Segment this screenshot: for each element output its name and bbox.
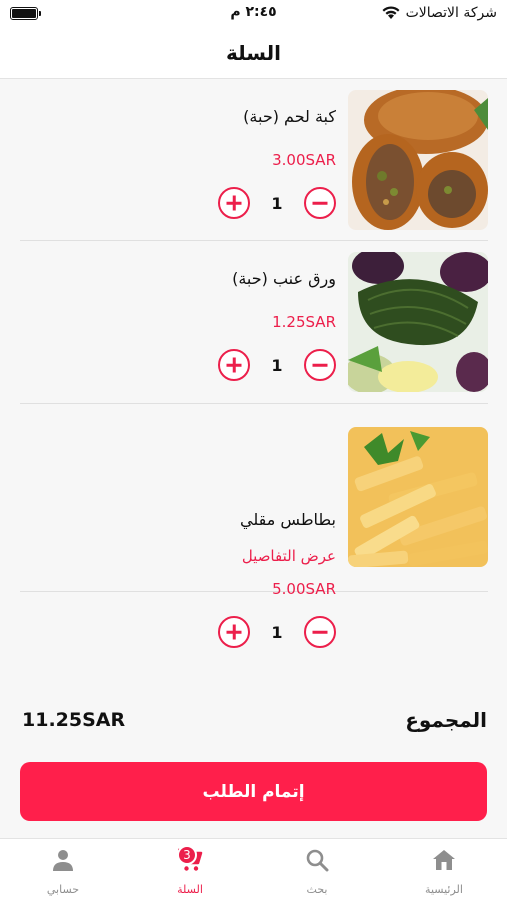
status-time: ٢:٤٥ م (230, 4, 277, 20)
tab-label: بحث (306, 883, 328, 896)
tab-label: السلة (177, 883, 203, 896)
total-value: 11.25SAR (22, 709, 126, 731)
quantity-stepper: 1 (218, 348, 336, 382)
home-icon (432, 848, 456, 876)
decrease-quantity-button[interactable] (303, 187, 336, 219)
french-fries-image (348, 427, 488, 567)
item-name: كبة لحم (حبة) (243, 107, 336, 126)
grape-leaves-image (348, 252, 488, 392)
increase-quantity-button[interactable] (218, 349, 250, 381)
tab-label: حسابي (46, 883, 80, 896)
quantity-stepper: 1 (218, 615, 336, 649)
cart-count-badge: 3 (177, 845, 197, 865)
tab-cart[interactable]: 3 السلة (127, 839, 253, 900)
item-name: بطاطس مقلي (240, 510, 336, 529)
total-row: 11.25SAR المجموع (22, 703, 487, 737)
item-name: ورق عنب (حبة) (232, 269, 336, 288)
quantity-value: 1 (271, 622, 283, 642)
item-price: 3.00SAR (272, 151, 336, 169)
status-bar: ٢:٤٥ م شركة الاتصالات (0, 0, 507, 28)
search-icon (305, 848, 329, 876)
tab-label: الرئيسية (425, 883, 463, 896)
decrease-quantity-button[interactable] (303, 349, 336, 381)
quantity-stepper: 1 (218, 186, 336, 220)
person-icon (51, 848, 75, 876)
cart-item: بطاطس مقلي بطاطس مقلي عرض التفاصيل 5.00S… (20, 405, 488, 648)
view-details-link[interactable]: عرض التفاصيل (242, 547, 336, 565)
status-carrier: شركة الاتصالات (382, 5, 497, 21)
wifi-icon (382, 6, 400, 20)
page-title: السلة (225, 41, 281, 65)
checkout-label: إتمام الطلب (202, 781, 305, 802)
cart-item: كبة لحم (حبة) 3.00SAR 1 (20, 80, 488, 241)
checkout-button[interactable]: إتمام الطلب (20, 762, 487, 821)
tab-bar: حسابي 3 السلة بحث الرئيسية (0, 838, 507, 900)
item-price: 5.00SAR (272, 580, 336, 598)
total-label: المجموع (405, 708, 487, 732)
decrease-quantity-button[interactable] (303, 616, 336, 648)
tab-home[interactable]: الرئيسية (381, 839, 507, 900)
tab-search[interactable]: بحث (254, 839, 380, 900)
item-price: 1.25SAR (272, 313, 336, 331)
quantity-value: 1 (271, 193, 283, 213)
tab-account[interactable]: حسابي (0, 839, 126, 900)
header: السلة (0, 28, 507, 79)
cart-item: ورق عنب (حبة) 1.25SAR 1 (20, 242, 488, 404)
battery-icon (10, 7, 41, 20)
carrier-name: شركة الاتصالات (405, 5, 497, 21)
increase-quantity-button[interactable] (218, 616, 250, 648)
increase-quantity-button[interactable] (218, 187, 250, 219)
quantity-value: 1 (271, 355, 283, 375)
kibbeh-image (348, 90, 488, 230)
